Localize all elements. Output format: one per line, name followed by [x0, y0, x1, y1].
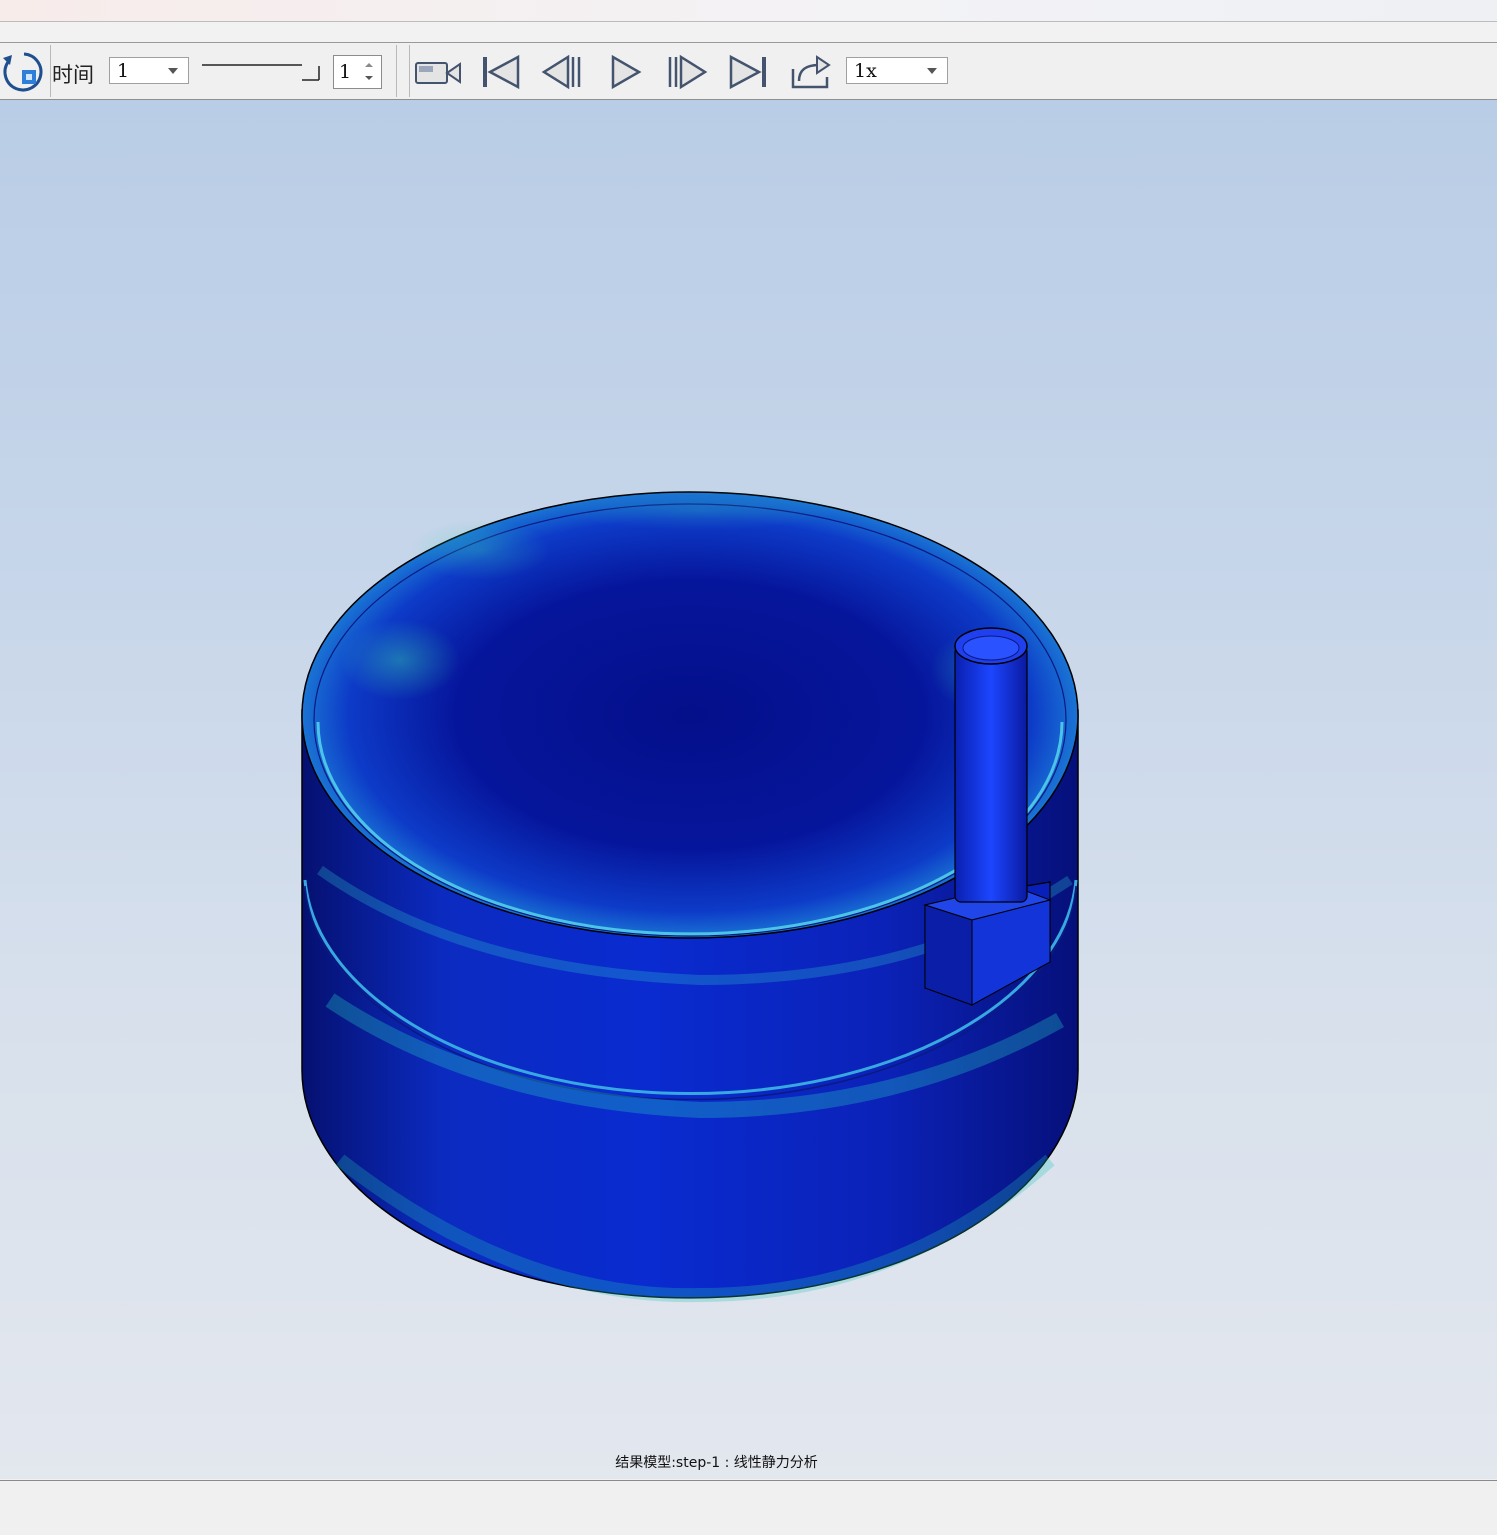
play-icon[interactable]	[600, 51, 650, 93]
speed-select[interactable]: 1x	[846, 57, 948, 84]
3d-viewport[interactable]: 结果模型:step-1 : 线性静力分析	[0, 100, 1497, 1479]
viewport-caption: 结果模型:step-1 : 线性静力分析	[615, 1455, 818, 1471]
toolbar-separator	[409, 45, 410, 97]
frame-slider[interactable]	[202, 61, 320, 81]
toolbar-separator	[50, 45, 51, 97]
animation-toolbar: 时间 1 1 1x	[0, 43, 1497, 100]
time-select[interactable]: 1	[109, 57, 189, 84]
status-bar	[0, 1480, 1497, 1535]
spin-up-icon[interactable]	[365, 63, 373, 67]
chevron-down-icon	[927, 68, 937, 74]
reset-view-icon	[3, 52, 43, 92]
spin-down-icon[interactable]	[365, 76, 373, 80]
reset-view-button[interactable]	[0, 48, 48, 96]
time-select-value: 1	[117, 60, 130, 82]
menu-bar	[0, 22, 1497, 43]
last-frame-icon[interactable]	[723, 51, 773, 93]
export-icon[interactable]	[785, 51, 835, 93]
window-title-strip	[0, 0, 1497, 22]
next-frame-icon[interactable]	[661, 51, 711, 93]
frame-spinner[interactable]: 1	[333, 55, 382, 89]
speed-select-value: 1x	[854, 60, 877, 82]
stress-result-model	[301, 490, 1079, 1303]
previous-frame-icon[interactable]	[538, 51, 588, 93]
toolbar-separator	[396, 45, 397, 97]
record-video-icon[interactable]	[413, 51, 463, 93]
chevron-down-icon	[168, 68, 178, 74]
first-frame-icon[interactable]	[476, 51, 526, 93]
time-label: 时间	[52, 63, 94, 87]
frame-spinner-value: 1	[339, 61, 352, 83]
